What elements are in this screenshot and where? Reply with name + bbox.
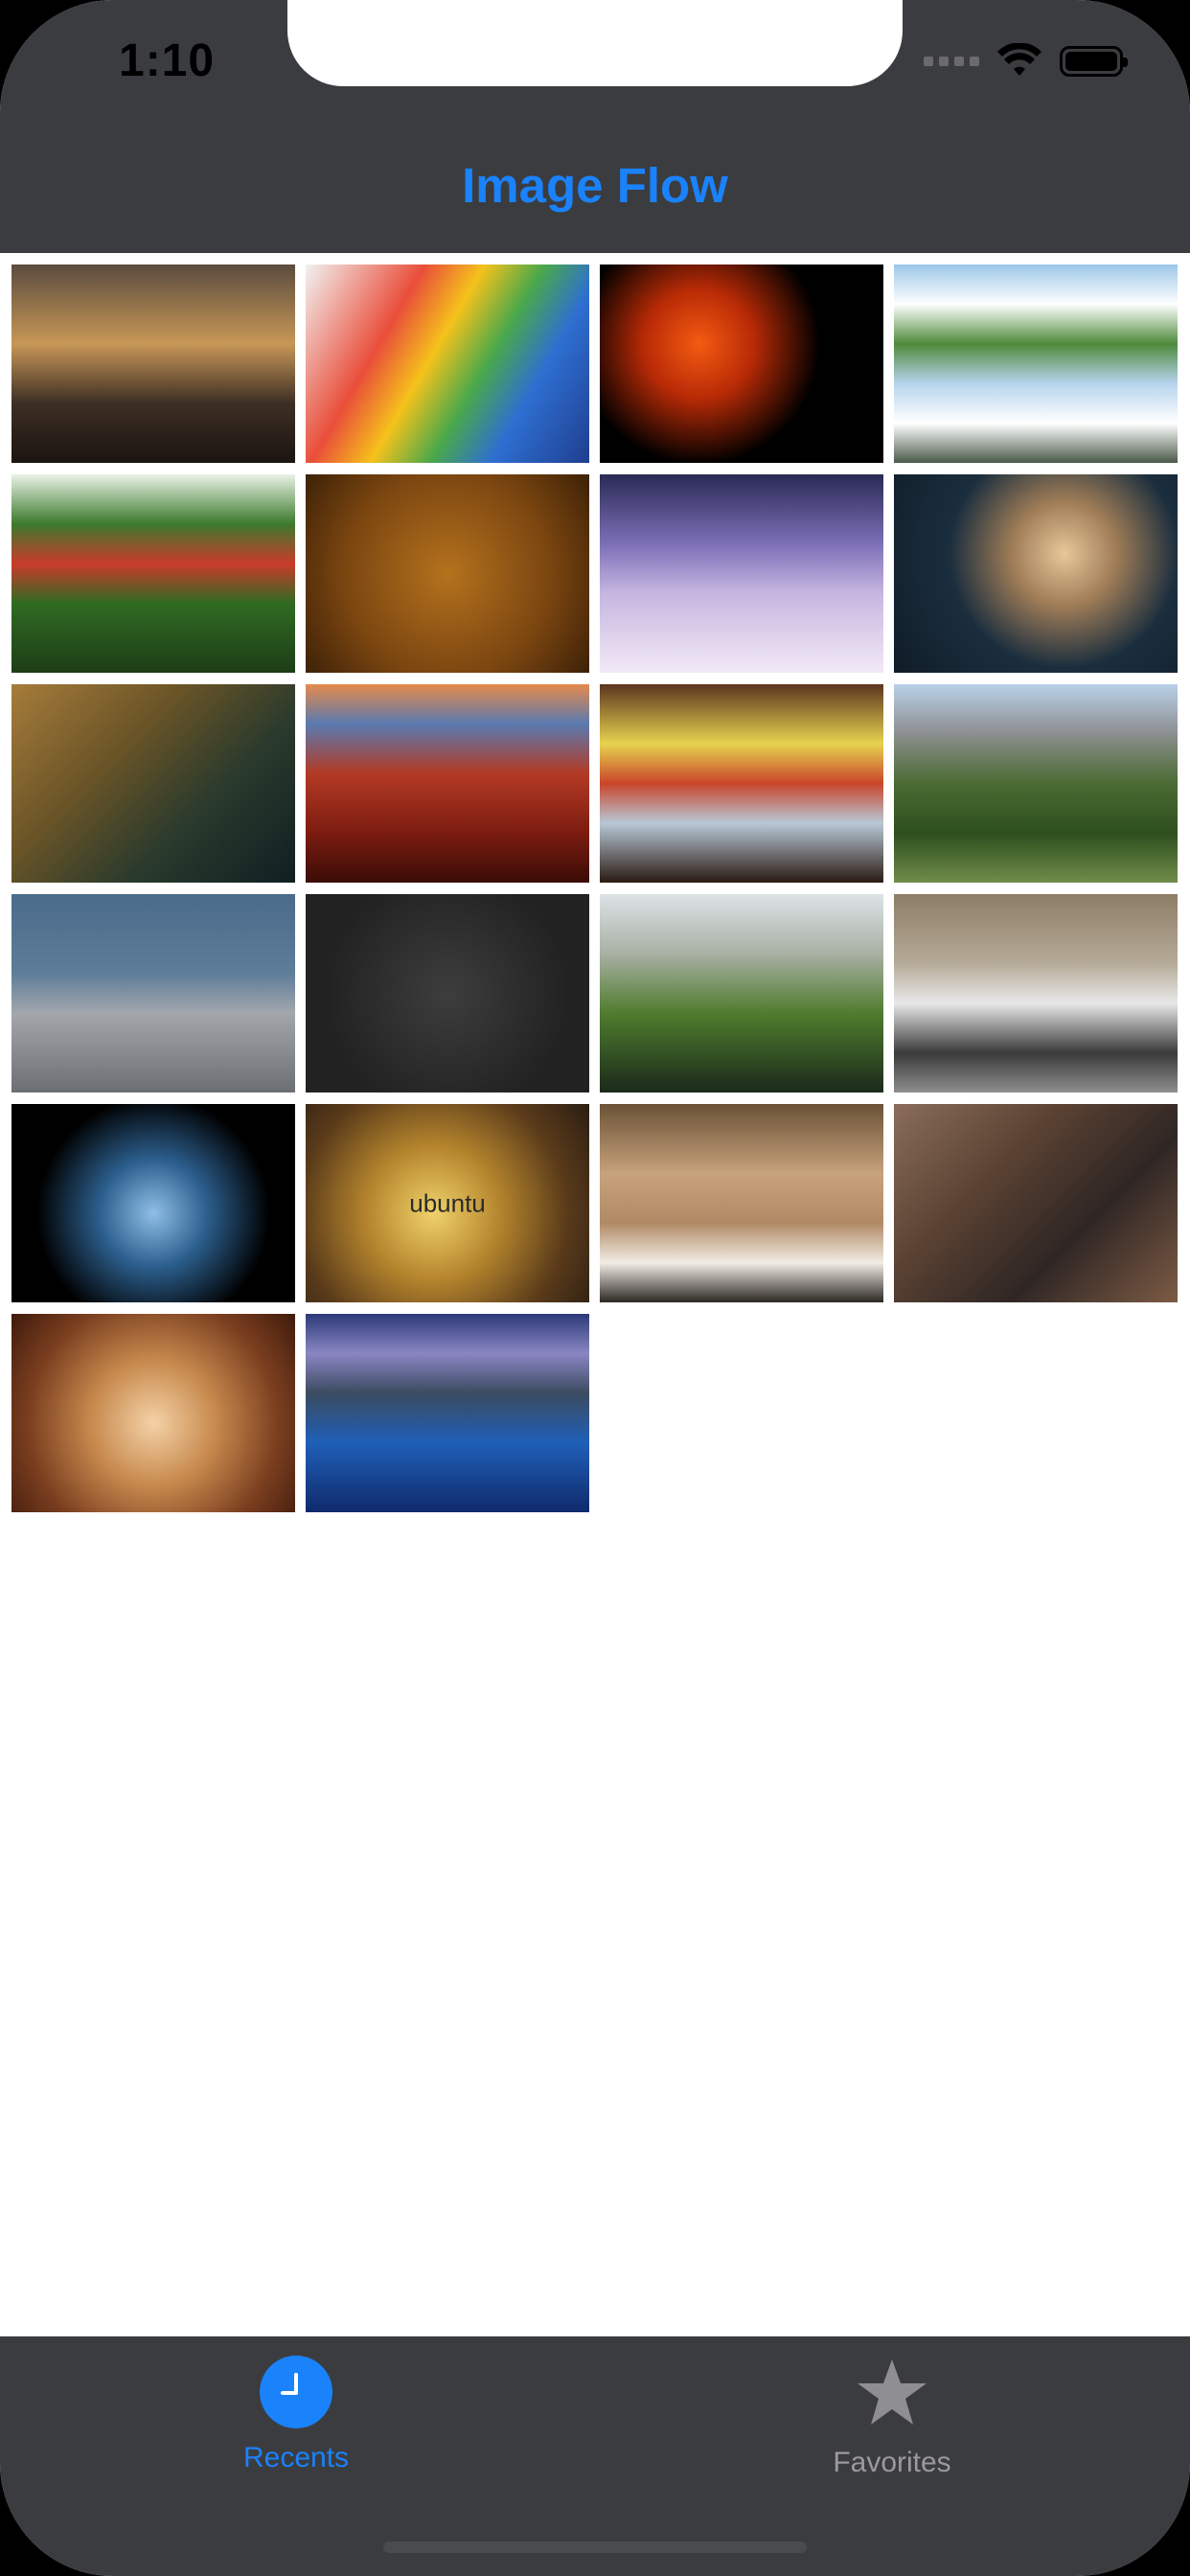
wifi-icon [997, 43, 1041, 76]
silver-sports-car-image[interactable] [11, 894, 295, 1092]
fire-ice-yin-yang-image[interactable] [600, 264, 883, 463]
status-icons [924, 42, 1128, 80]
home-indicator [383, 2542, 807, 2553]
clock-icon [260, 2356, 332, 2428]
forest-pond-image[interactable] [11, 474, 295, 673]
green-mountains-image[interactable] [894, 684, 1178, 883]
star-icon [858, 2359, 927, 2425]
tab-favorites[interactable]: Favorites [748, 2356, 1036, 2490]
ice-phoenix-image[interactable] [11, 1104, 295, 1302]
image-caption: ubuntu [409, 1188, 486, 1217]
colored-pencils-image[interactable] [306, 264, 589, 463]
image-grid: ubuntu [11, 264, 1179, 1512]
war-text-image[interactable] [306, 894, 589, 1092]
ubuntu-bokeh-image[interactable]: ubuntu [306, 1104, 589, 1302]
app-screen: 1:10 Image Flow ubuntu Recents Favorites [0, 0, 1190, 2576]
fantasy-creature-image[interactable] [894, 1104, 1178, 1302]
tab-bar: Recents Favorites [0, 2336, 1190, 2576]
white-muscle-car-image[interactable] [894, 894, 1178, 1092]
fantasy-planet-woman-image[interactable] [600, 474, 883, 673]
woman-ships-sunset-image[interactable] [11, 264, 295, 463]
strawberries-chocolate-image[interactable] [11, 1314, 295, 1512]
battery-icon [1060, 46, 1128, 77]
tab-favorites-label: Favorites [833, 2447, 951, 2478]
device-notch [287, 0, 903, 86]
status-time: 1:10 [119, 35, 216, 86]
blue-lake-pier-image[interactable] [306, 1314, 589, 1512]
red-canyon-sunset-image[interactable] [306, 684, 589, 883]
kitten-blanket-image[interactable] [600, 1104, 883, 1302]
abstract-streaks-image[interactable] [600, 684, 883, 883]
waterfall-cave-image[interactable] [600, 894, 883, 1092]
mountain-lake-reflection-image[interactable] [894, 264, 1178, 463]
portrait-woman-image[interactable] [894, 474, 1178, 673]
tab-recents-label: Recents [242, 2442, 350, 2473]
navigation-bar: 1:10 Image Flow [0, 0, 1190, 253]
old-book-candle-image[interactable] [11, 684, 295, 883]
tab-recents[interactable]: Recents [152, 2356, 440, 2490]
cellular-signal-icon [924, 57, 979, 66]
dragon-pattern-image[interactable] [306, 474, 589, 673]
page-title: Image Flow [462, 158, 728, 213]
